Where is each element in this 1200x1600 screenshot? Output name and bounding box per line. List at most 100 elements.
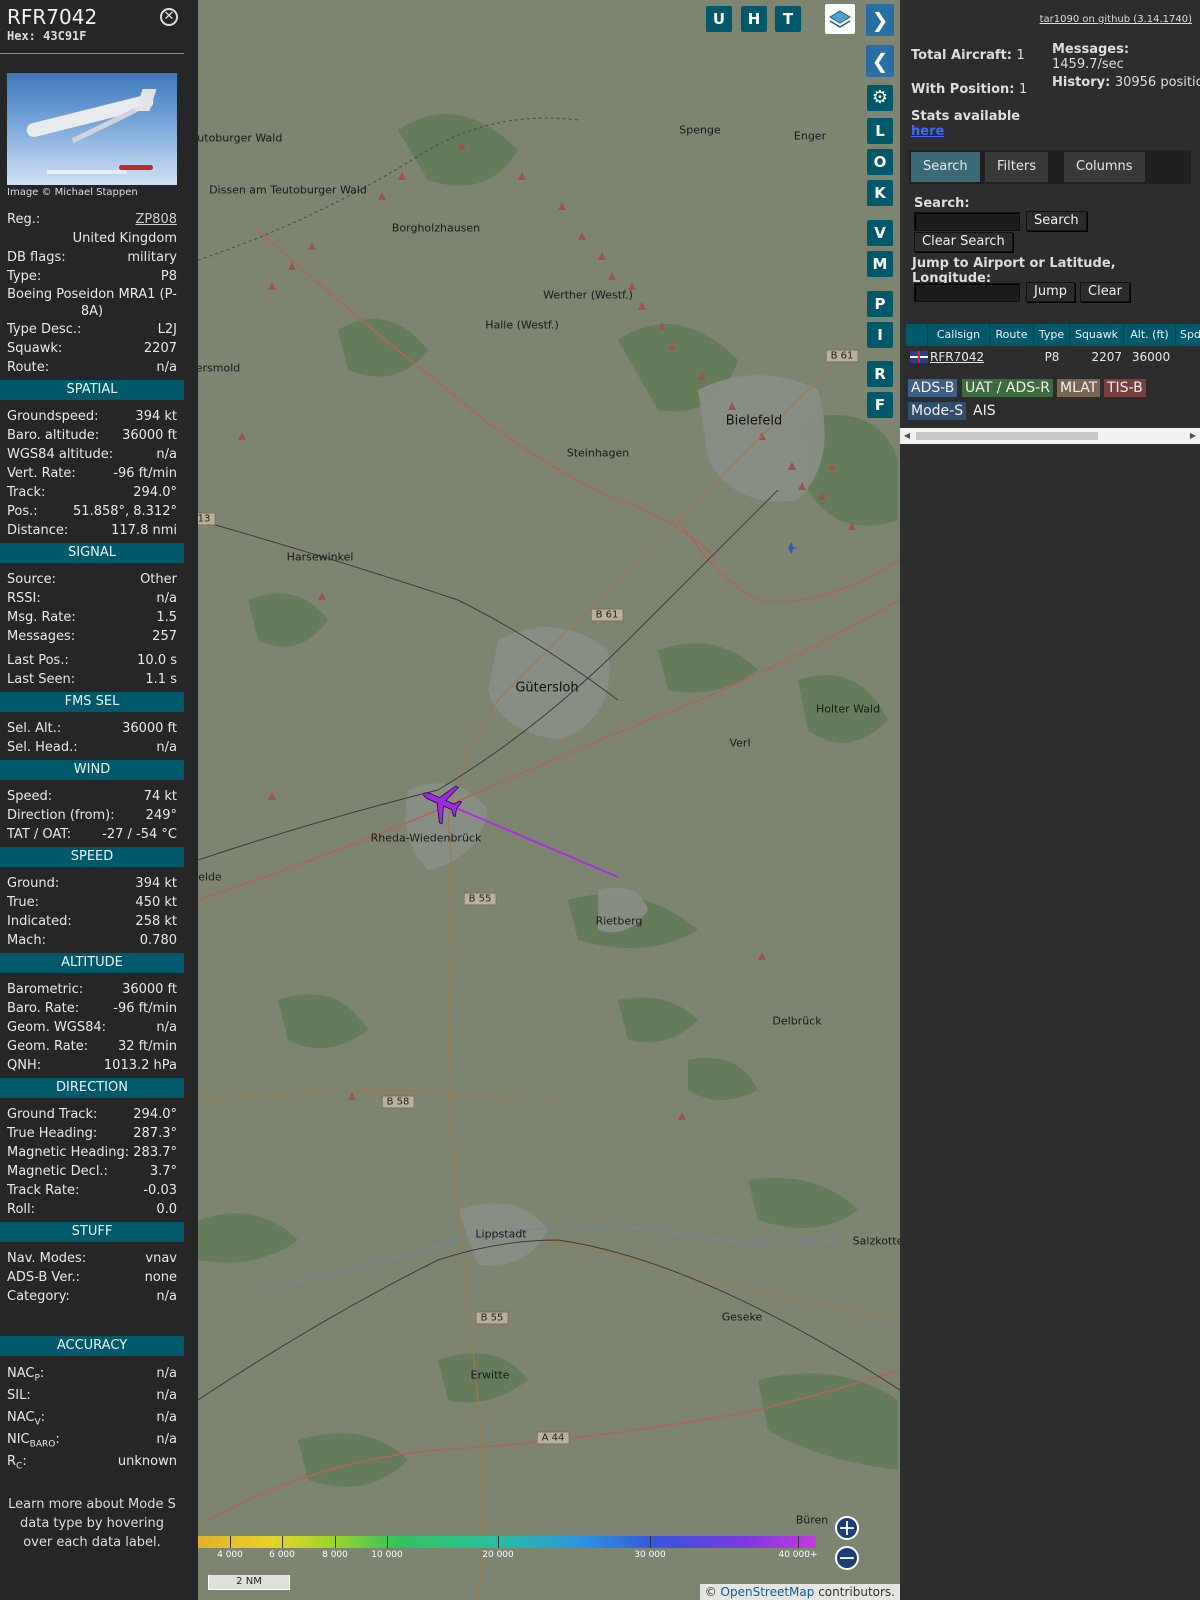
col-callsign[interactable]: Callsign: [928, 324, 990, 346]
place-label: Halle (Westf.): [485, 318, 559, 332]
legend-tick-label: 30 000: [634, 1550, 666, 1560]
attribution-link[interactable]: OpenStreetMap: [721, 1585, 815, 1599]
info-row-value: P8: [160, 269, 177, 284]
jump-input[interactable]: [914, 283, 1020, 302]
tab-columns[interactable]: Columns: [1064, 152, 1145, 182]
table-hscrollbar[interactable]: ◀ ▶: [900, 428, 1200, 444]
toolbar-button-u[interactable]: U: [706, 6, 732, 32]
source-tisb[interactable]: TIS-B: [1104, 379, 1146, 397]
source-modes[interactable]: Mode-S: [908, 402, 967, 420]
close-icon[interactable]: ✕: [160, 8, 178, 26]
info-row-value: 1.1 s: [145, 672, 177, 687]
stats-link[interactable]: here: [911, 124, 1020, 139]
scroll-right-icon[interactable]: ▶: [1186, 428, 1200, 444]
info-row-label: True:: [7, 895, 39, 910]
legend-tick-label: 10 000: [371, 1550, 403, 1560]
place-label: Harsewinkel: [286, 550, 354, 564]
toolbar-button-t[interactable]: T: [775, 6, 801, 32]
info-row-value: 249°: [145, 808, 177, 823]
toolbar-button-l[interactable]: L: [867, 118, 893, 144]
toolbar-button-p[interactable]: P: [867, 291, 893, 317]
sidebar-tabs: Search Filters Columns: [909, 150, 1191, 184]
col-altitude[interactable]: Alt. (ft): [1124, 324, 1176, 346]
toolbar-button-k[interactable]: K: [867, 180, 893, 206]
info-row: Type Desc.: L2J: [7, 320, 177, 339]
col-route[interactable]: Route: [990, 324, 1034, 346]
expand-sidebar-button[interactable]: ❯: [866, 4, 894, 36]
toolbar-button-h[interactable]: H: [741, 6, 767, 32]
road-badge: B 61: [825, 349, 859, 363]
map[interactable]: Teutoburger Wald Dissen am Teutoburger Wa…: [198, 0, 900, 1600]
info-row-value: 0.780: [139, 933, 177, 948]
place-label: Dissen am Teutoburger Wald: [209, 183, 367, 197]
section-header-fms-sel: FMS SEL: [0, 692, 184, 712]
zoom-out-button[interactable]: −: [835, 1546, 859, 1570]
scroll-left-icon[interactable]: ◀: [900, 428, 914, 444]
registration-link[interactable]: ZP808: [135, 210, 177, 229]
section-rows: Barometric: 36000 ft Baro. Rate: -96 ft/min…: [0, 980, 184, 1075]
layers-button[interactable]: [825, 4, 855, 34]
info-row-value: -0.03: [143, 1183, 177, 1198]
info-row-label: Nav. Modes:: [7, 1251, 87, 1266]
search-button[interactable]: Search: [1026, 211, 1087, 231]
info-row-value: 36000 ft: [122, 428, 177, 443]
section-header-stuff: STUFF: [0, 1222, 184, 1242]
info-row-value: n/a: [156, 1020, 177, 1035]
aircraft-photo[interactable]: [7, 73, 177, 185]
road-badge: B 58: [381, 1095, 415, 1109]
info-row: Category: n/a: [7, 1287, 177, 1306]
tab-filters[interactable]: Filters: [985, 152, 1048, 182]
jump-button[interactable]: Jump: [1026, 282, 1075, 302]
info-row: QNH: 1013.2 hPa: [7, 1056, 177, 1075]
col-squawk[interactable]: Squawk: [1070, 324, 1124, 346]
info-row-label: Magnetic Heading:: [7, 1145, 130, 1160]
info-row-value: vnav: [145, 1251, 177, 1266]
toolbar-button-i[interactable]: I: [867, 322, 893, 348]
source-mlat[interactable]: MLAT: [1057, 379, 1101, 397]
info-row-value: n/a: [156, 740, 177, 755]
source-uat[interactable]: UAT / ADS-R: [962, 379, 1053, 397]
info-row-value: L2J: [157, 322, 177, 337]
zoom-in-button[interactable]: +: [835, 1516, 859, 1540]
row-squawk: 2207: [1091, 350, 1122, 364]
toolbar-button-f[interactable]: F: [867, 392, 893, 418]
toolbar-button-v[interactable]: V: [867, 220, 893, 246]
info-row-label: Geom. WGS84:: [7, 1020, 107, 1035]
altitude-color-bar: [198, 1536, 816, 1548]
row-callsign[interactable]: RFR7042: [930, 346, 992, 368]
source-ais[interactable]: AIS: [970, 402, 999, 420]
info-row-value: n/a: [156, 447, 177, 462]
place-label: Borgholzhausen: [391, 221, 481, 235]
photo-aircraft-tail: [135, 89, 157, 111]
settings-button[interactable]: ⚙: [867, 85, 893, 111]
legend-tick-label: 4 000: [217, 1550, 243, 1560]
legend-tick-mark: [798, 1536, 799, 1548]
clear-jump-button[interactable]: Clear: [1080, 282, 1130, 302]
info-row: Ground: 394 kt: [7, 874, 177, 893]
clear-search-button[interactable]: Clear Search: [914, 232, 1013, 252]
github-link[interactable]: tar1090 on github (3.14.1740): [1040, 14, 1192, 25]
place-label: Teutoburger Wald: [198, 131, 283, 145]
toolbar-button-o[interactable]: O: [867, 149, 893, 175]
info-row-value: 10.0 s: [137, 653, 177, 668]
road-badge: B 61: [590, 608, 624, 622]
col-flag[interactable]: [906, 324, 928, 346]
collapse-sidebar-button[interactable]: ❮: [866, 45, 894, 77]
info-row-value: Other: [140, 572, 177, 587]
toolbar-button-r[interactable]: R: [867, 361, 893, 387]
tab-search[interactable]: Search: [911, 152, 980, 182]
toolbar-button-m[interactable]: M: [867, 251, 893, 277]
info-row-label: Track Rate:: [7, 1183, 80, 1198]
col-type[interactable]: Type: [1034, 324, 1070, 346]
source-adsb[interactable]: ADS-B: [908, 379, 958, 397]
col-speed[interactable]: Spd: [1176, 324, 1200, 346]
info-row-label: Track:: [7, 485, 46, 500]
search-input[interactable]: [914, 212, 1020, 231]
stats-available: Stats available here: [911, 109, 1020, 139]
info-row: DB flags: military: [7, 248, 177, 267]
place-label: Werther (Westf.): [543, 288, 633, 302]
place-label: elde: [198, 870, 222, 884]
hscroll-thumb[interactable]: [916, 432, 1098, 440]
info-row-value: 36000 ft: [122, 982, 177, 997]
info-row: Magnetic Heading: 283.7°: [7, 1143, 177, 1162]
